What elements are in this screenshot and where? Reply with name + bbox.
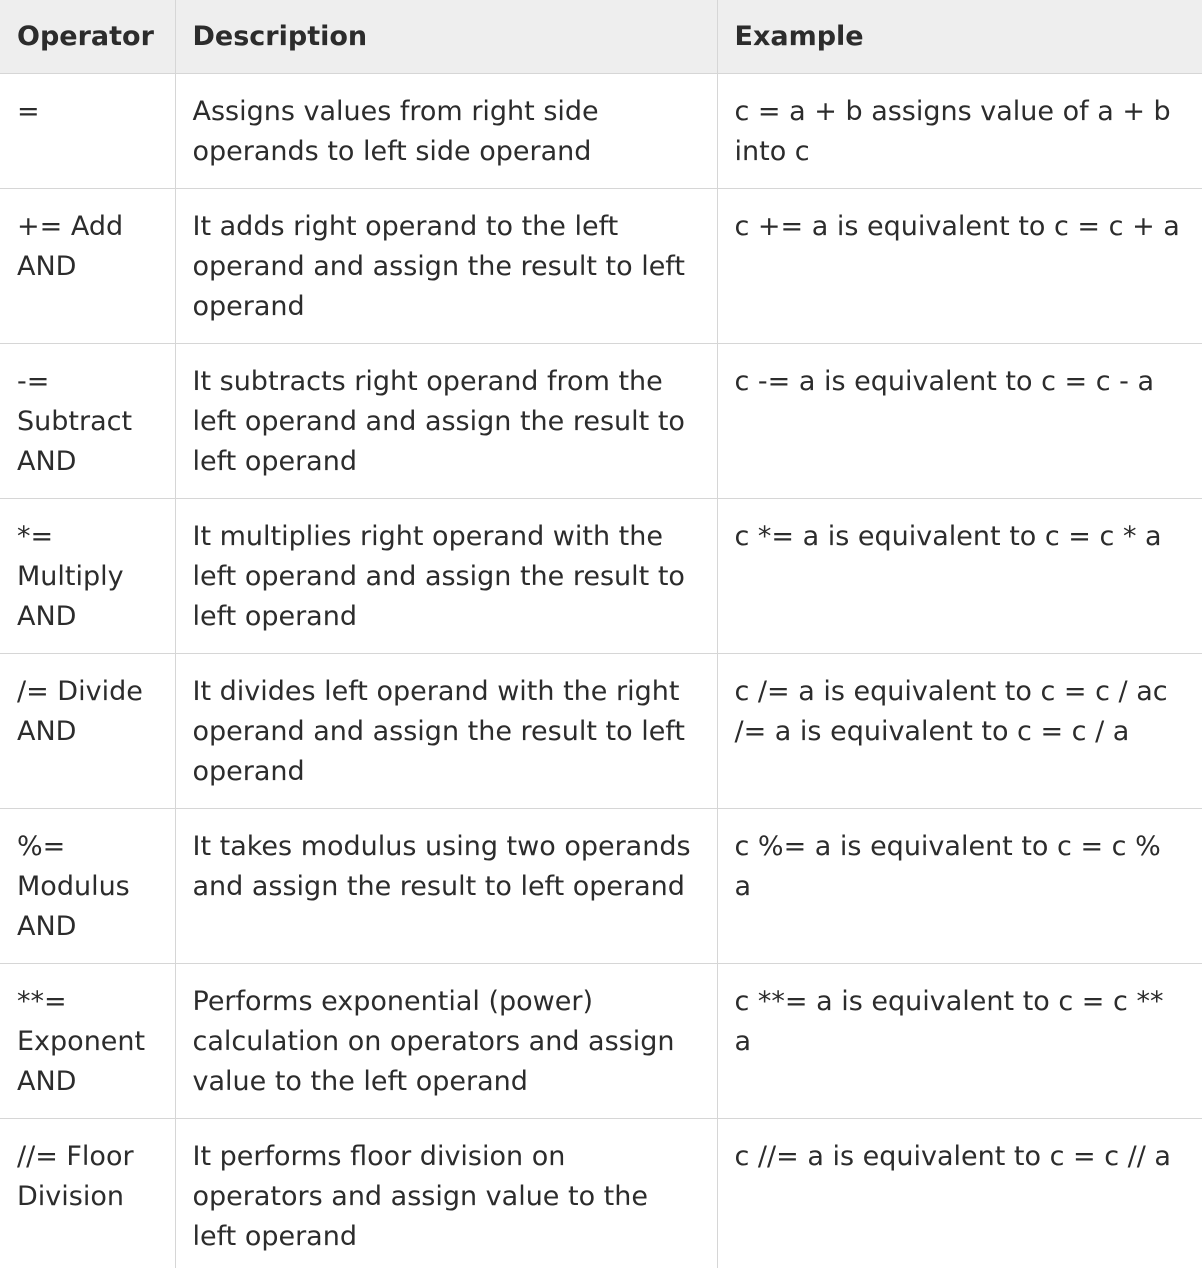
operator-cell: %= Modulus AND	[0, 808, 176, 964]
operator-cell: += Add AND	[0, 188, 176, 344]
description-cell: It multiplies right operand with the lef…	[175, 498, 718, 654]
description-cell: It takes modulus using two operands and …	[175, 808, 718, 964]
table-header: Operator Description Example	[0, 0, 1202, 74]
table-row: %= Modulus AND It takes modulus using tw…	[0, 808, 1202, 964]
description-cell: Assigns values from right side operands …	[175, 73, 718, 189]
example-cell: c //= a is equivalent to c = c // a	[717, 1118, 1202, 1268]
table-row: **= Exponent AND Performs exponential (p…	[0, 963, 1202, 1119]
example-cell: c -= a is equivalent to c = c - a	[717, 343, 1202, 499]
header-description: Description	[175, 0, 718, 74]
operator-cell: =	[0, 73, 176, 189]
header-example: Example	[717, 0, 1202, 74]
example-cell: c /= a is equivalent to c = c / ac /= a …	[717, 653, 1202, 809]
description-cell: It subtracts right operand from the left…	[175, 343, 718, 499]
header-operator: Operator	[0, 0, 176, 74]
operator-cell: /= Divide AND	[0, 653, 176, 809]
description-cell: It divides left operand with the right o…	[175, 653, 718, 809]
example-cell: c *= a is equivalent to c = c * a	[717, 498, 1202, 654]
description-cell: It performs floor division on operators …	[175, 1118, 718, 1268]
table-row: -= Subtract AND It subtracts right opera…	[0, 343, 1202, 499]
example-cell: c = a + b assigns value of a + b into c	[717, 73, 1202, 189]
table-body: = Assigns values from right side operand…	[0, 73, 1202, 1268]
example-cell: c **= a is equivalent to c = c ** a	[717, 963, 1202, 1119]
example-cell: c += a is equivalent to c = c + a	[717, 188, 1202, 344]
example-cell: c %= a is equivalent to c = c % a	[717, 808, 1202, 964]
description-cell: Performs exponential (power) calculation…	[175, 963, 718, 1119]
assignment-operators-table: Operator Description Example = Assigns v…	[0, 0, 1202, 1268]
operator-cell: *= Multiply AND	[0, 498, 176, 654]
operator-cell: //= Floor Division	[0, 1118, 176, 1268]
table-row: += Add AND It adds right operand to the …	[0, 188, 1202, 344]
table-row: //= Floor Division It performs floor div…	[0, 1118, 1202, 1268]
table-row: /= Divide AND It divides left operand wi…	[0, 653, 1202, 809]
operator-cell: -= Subtract AND	[0, 343, 176, 499]
operator-cell: **= Exponent AND	[0, 963, 176, 1119]
table-row: = Assigns values from right side operand…	[0, 73, 1202, 189]
table-row: *= Multiply AND It multiplies right oper…	[0, 498, 1202, 654]
header-row: Operator Description Example	[0, 0, 1202, 74]
description-cell: It adds right operand to the left operan…	[175, 188, 718, 344]
